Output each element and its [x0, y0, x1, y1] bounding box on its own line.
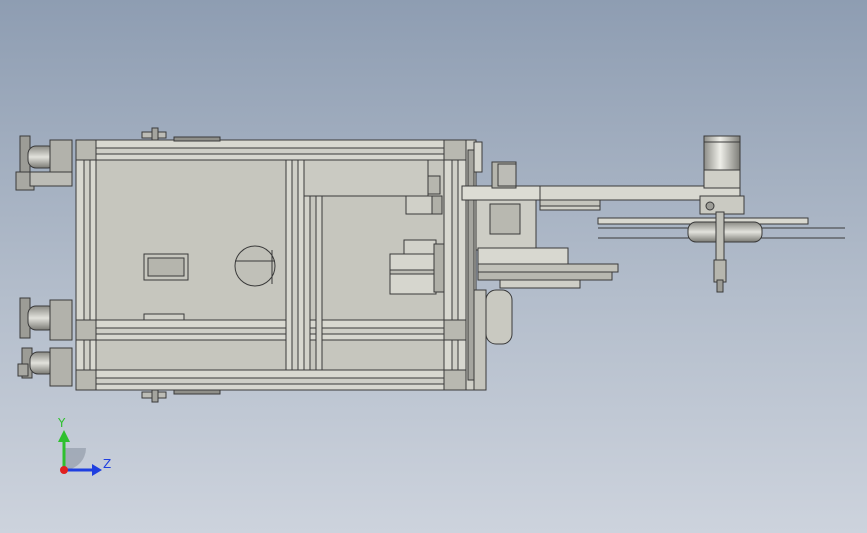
origin-marker [60, 466, 68, 474]
machine-drawing: Y Z [15, 127, 845, 476]
axis-triad: Y Z [57, 416, 111, 476]
left-roller-assemblies [15, 135, 73, 387]
sensor-bracket [497, 163, 517, 187]
y-axis-label: Y [57, 416, 66, 430]
drive-motor [703, 135, 741, 189]
cad-viewport[interactable]: Y Z [0, 0, 867, 533]
z-axis-label: Z [103, 457, 111, 471]
